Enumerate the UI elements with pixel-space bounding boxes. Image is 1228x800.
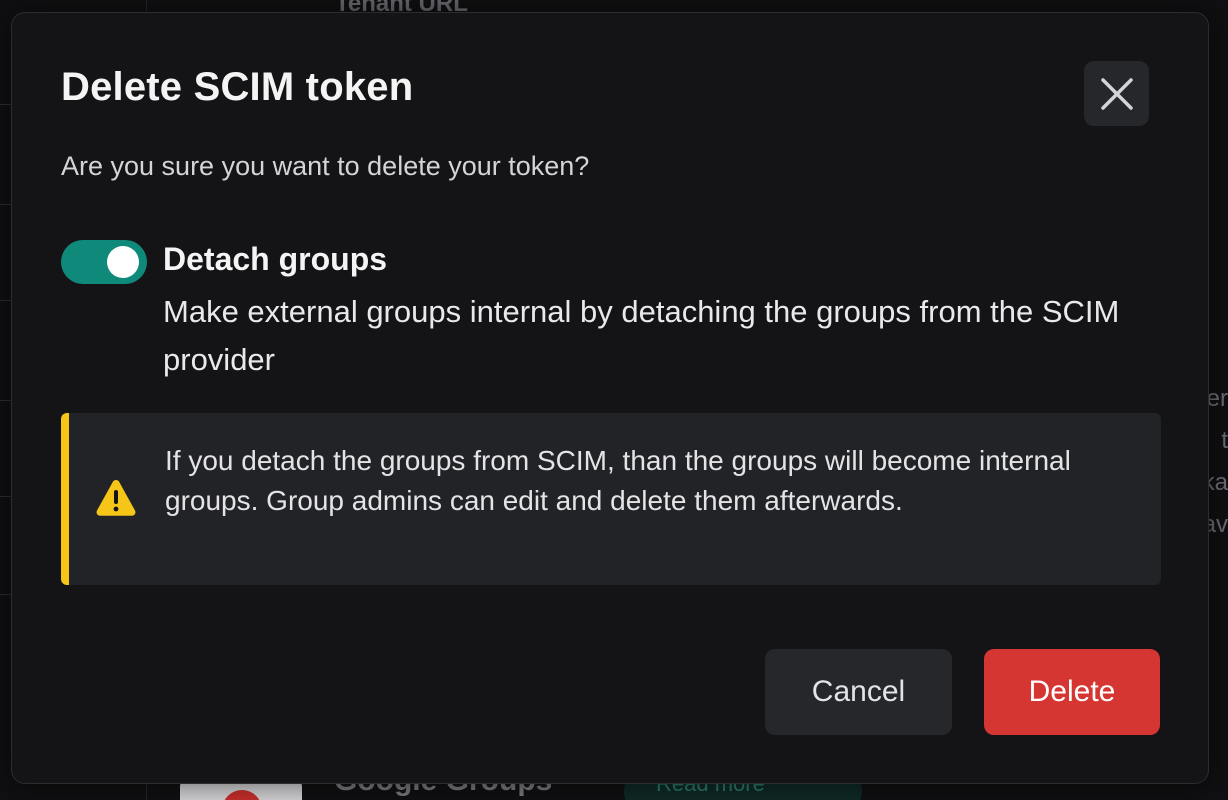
- detach-groups-description: Make external groups internal by detachi…: [163, 294, 1120, 377]
- detach-groups-label: Detach groups: [163, 241, 388, 277]
- cancel-button[interactable]: Cancel: [765, 649, 952, 735]
- google-logo-icon: [222, 790, 262, 800]
- warning-text: If you detach the groups from SCIM, than…: [165, 445, 1071, 516]
- google-groups-logo-card: [180, 782, 302, 800]
- delete-button[interactable]: Delete: [984, 649, 1160, 735]
- toggle-knob: [107, 246, 139, 278]
- delete-scim-token-dialog: Delete SCIM token Are you sure you want …: [11, 12, 1209, 784]
- confirmation-question: Are you sure you want to delete your tok…: [61, 151, 590, 181]
- detach-groups-toggle[interactable]: [61, 240, 147, 284]
- warning-triangle-icon: [96, 480, 136, 516]
- warning-accent-bar: [61, 413, 69, 585]
- close-icon: [1100, 77, 1133, 110]
- dialog-title: Delete SCIM token: [61, 65, 414, 109]
- close-button[interactable]: [1084, 61, 1149, 126]
- warning-callout: If you detach the groups from SCIM, than…: [61, 413, 1161, 585]
